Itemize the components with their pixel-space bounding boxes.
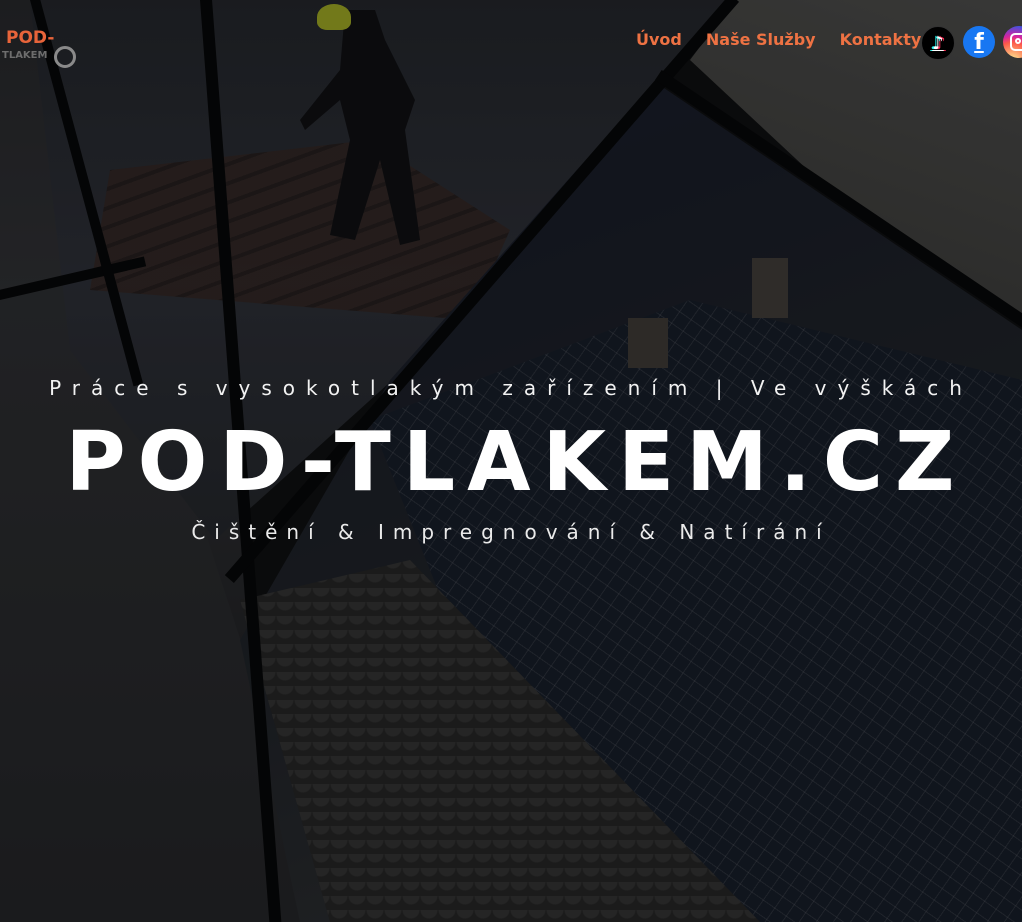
logo-subtext: TLAKEM [2, 50, 48, 61]
top-navigation: POD- TLAKEM Úvod Naše Služby Kontakty ♪ … [0, 0, 1022, 86]
site-logo[interactable]: POD- TLAKEM [0, 18, 80, 68]
facebook-glyph: f [974, 29, 984, 55]
tiktok-glyph: ♪ [932, 32, 944, 54]
social-links: ♪ f [921, 26, 1022, 60]
instagram-icon[interactable] [1003, 26, 1022, 58]
facebook-icon[interactable]: f [963, 26, 995, 58]
nav-link-kontakty[interactable]: Kontakty [840, 30, 922, 49]
hero-tagline: Práce s vysokotlakým zařízením | Ve výšk… [49, 376, 973, 400]
nav-link-nase-sluzby[interactable]: Naše Služby [706, 30, 816, 49]
hose-icon [54, 46, 76, 68]
tiktok-icon[interactable]: ♪ [921, 26, 955, 60]
nav-link-uvod[interactable]: Úvod [636, 30, 682, 49]
logo-text: POD- [6, 28, 55, 48]
instagram-glyph [1010, 33, 1022, 51]
main-menu: Úvod Naše Služby Kontakty [636, 30, 945, 49]
hero-title: POD-TLAKEM.CZ [65, 415, 967, 510]
hero-subtitle: Čištění & Impregnování & Natírání [191, 520, 831, 544]
